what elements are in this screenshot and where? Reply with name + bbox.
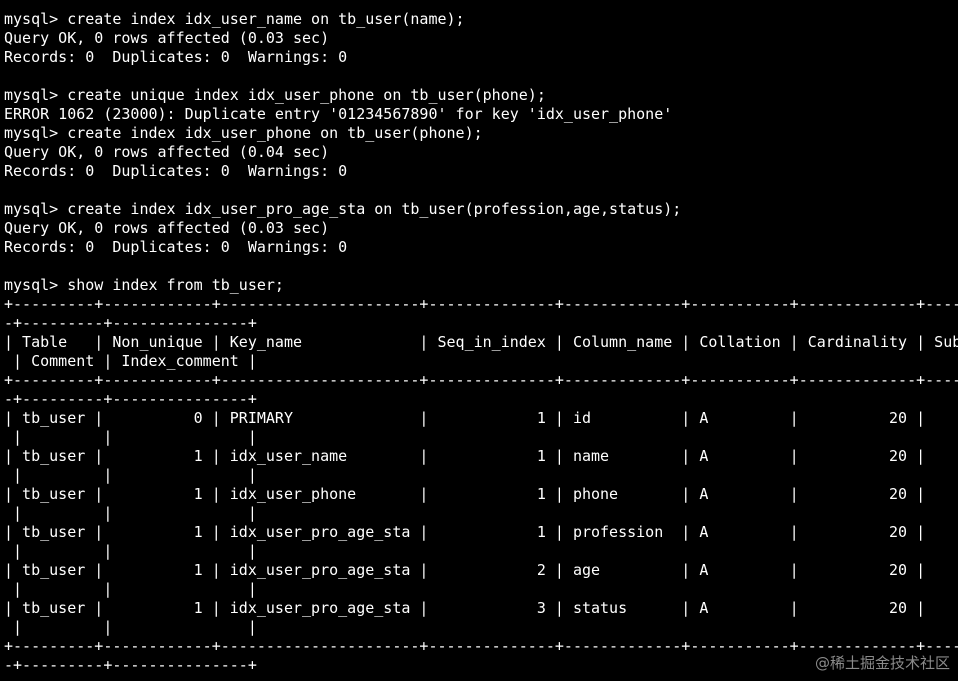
table-row: | | | [4,618,257,636]
table-row: | tb_user | 1 | idx_user_pro_age_sta | 3… [4,599,926,617]
table-row: | | | [4,466,257,484]
terminal-line: Records: 0 Duplicates: 0 Warnings: 0 [4,238,348,256]
terminal-line: Records: 0 Duplicates: 0 Warnings: 0 [4,48,348,66]
terminal-line: Query OK, 0 rows affected (0.04 sec) [4,143,330,161]
table-row: | | | [4,504,257,522]
table-row: | tb_user | 1 | idx_user_pro_age_sta | 2… [4,561,926,579]
terminal-line: Query OK, 0 rows affected (0.03 sec) [4,29,330,47]
table-row: | tb_user | 1 | idx_user_name | 1 | name… [4,447,926,465]
terminal-line: Records: 0 Duplicates: 0 Warnings: 0 [4,162,348,180]
table-header-row: | Comment | Index_comment | [4,352,257,370]
terminal-line: mysql> show index from tb_user; [4,276,284,294]
terminal-line: ERROR 1062 (23000): Duplicate entry '012… [4,105,673,123]
terminal-line: Query OK, 0 rows affected (0.03 sec) [4,219,330,237]
table-border-line: +---------+------------+----------------… [4,371,958,389]
terminal-line: mysql> create index idx_user_pro_age_sta… [4,200,682,218]
table-border-line: +---------+------------+----------------… [4,295,958,313]
table-row: | | | [4,542,257,560]
table-row: | tb_user | 1 | idx_user_pro_age_sta | 1… [4,523,926,541]
terminal-window[interactable]: mysql> create index idx_user_name on tb_… [0,0,958,681]
table-border-line: -+---------+---------------+ [4,390,257,408]
table-row: | tb_user | 0 | PRIMARY | 1 | id | A | 2… [4,409,926,427]
watermark: @稀土掘金技术社区 [814,654,950,672]
table-row: | tb_user | 1 | idx_user_phone | 1 | pho… [4,485,926,503]
table-border-line: -+---------+---------------+ [4,314,257,332]
terminal-line: mysql> create index idx_user_name on tb_… [4,10,465,28]
table-header-row: | Table | Non_unique | Key_name | Seq_in… [4,333,958,351]
terminal-line: mysql> create index idx_user_phone on tb… [4,124,483,142]
terminal-line: mysql> create unique index idx_user_phon… [4,86,546,104]
table-row: | | | [4,580,257,598]
table-row: | | | [4,428,257,446]
